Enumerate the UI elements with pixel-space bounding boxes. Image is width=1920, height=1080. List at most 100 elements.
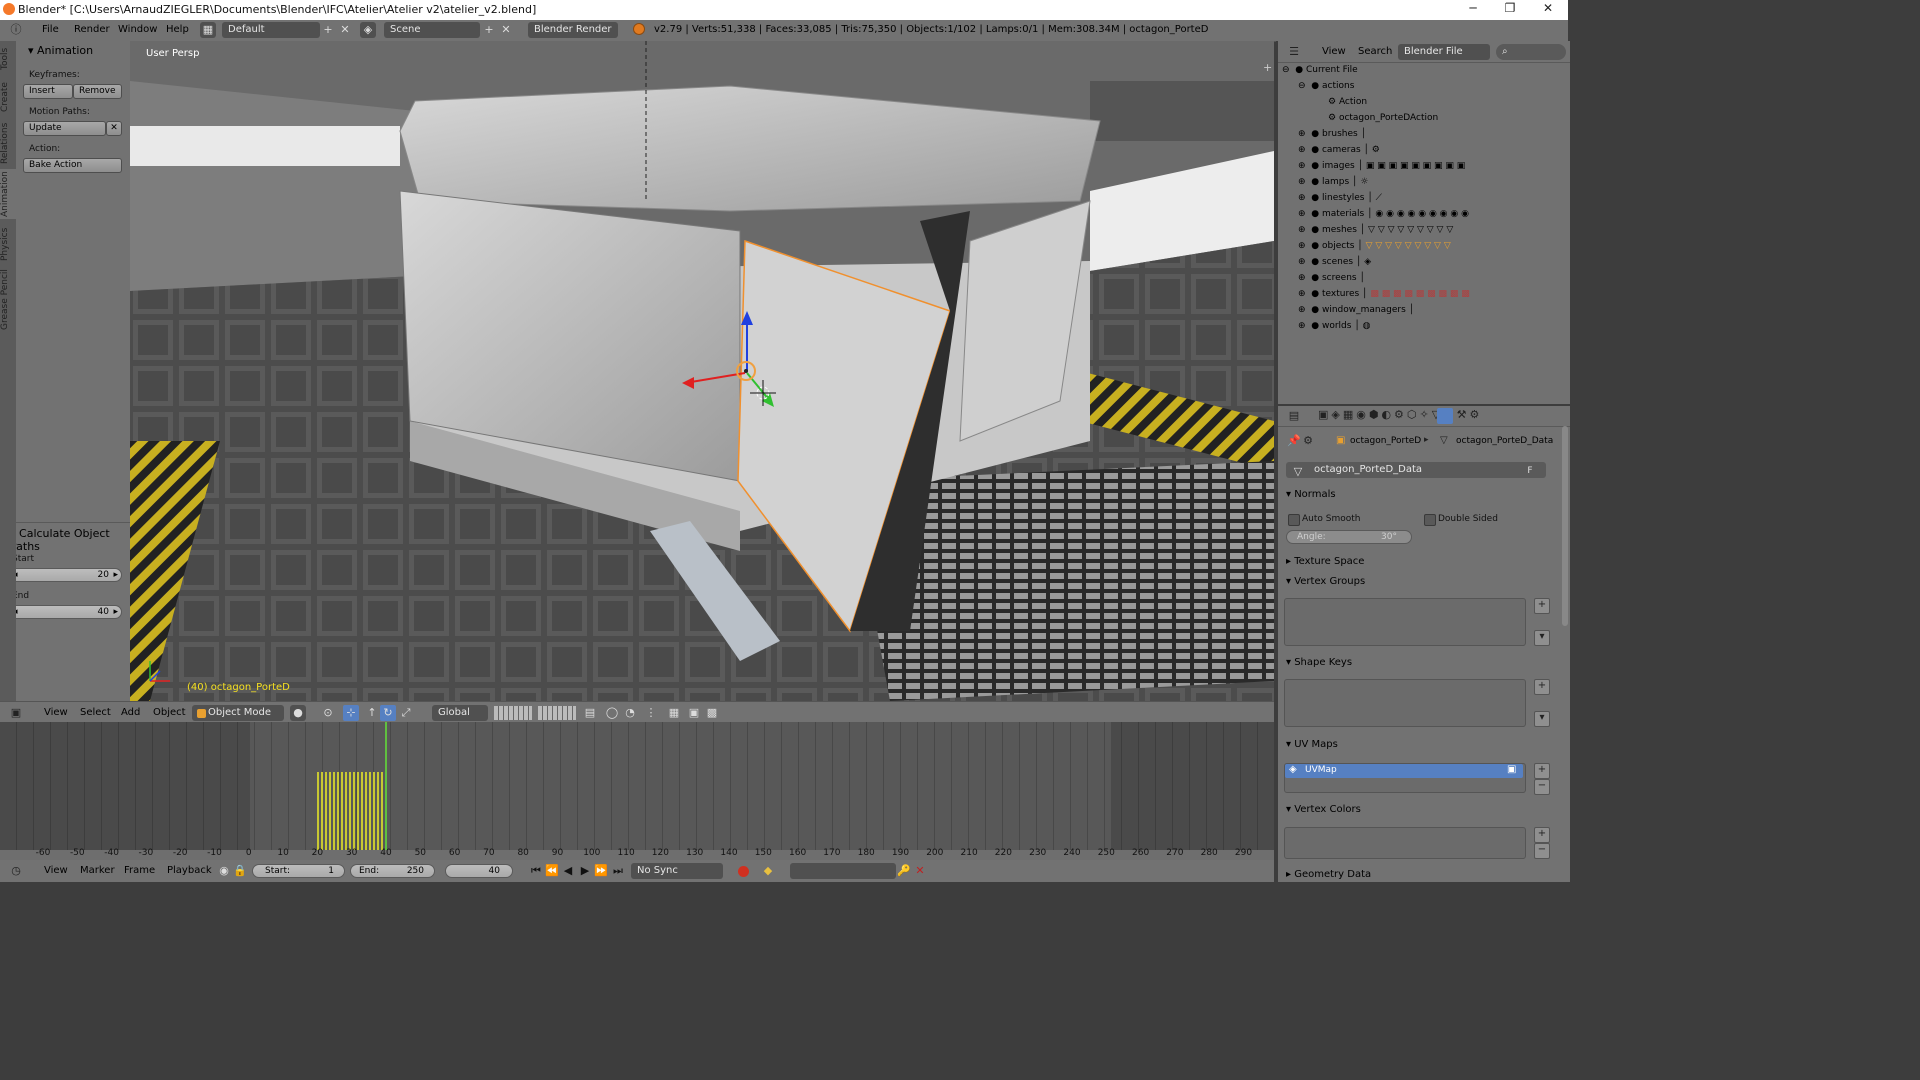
outliner-item-images[interactable]: ⊕ ● images │ ▣ ▣ ▣ ▣ ▣ ▣ ▣ ▣ ▣ bbox=[1298, 161, 1465, 177]
insert-keyframe-button[interactable]: Insert bbox=[23, 84, 73, 99]
fake-user-toggle[interactable]: F bbox=[1516, 464, 1544, 478]
remove-scene-icon[interactable]: ✕ bbox=[498, 22, 514, 38]
layout-icon[interactable]: ▦ bbox=[200, 22, 216, 38]
close-button[interactable]: ✕ bbox=[1530, 1, 1566, 19]
mesh-datablock-icon[interactable]: ▽ bbox=[1290, 464, 1306, 480]
menu-view[interactable]: View bbox=[44, 707, 68, 718]
orientation-select[interactable]: Global bbox=[432, 705, 488, 721]
lock-range-icon[interactable]: 🔒 bbox=[232, 863, 248, 879]
preview-range-icon[interactable]: ◉ bbox=[216, 863, 232, 879]
scale-icon[interactable]: ⤢ bbox=[398, 705, 414, 721]
calculate-object-paths-title[interactable]: ▾ Calculate Object Paths bbox=[10, 527, 130, 553]
opengl-render-icon[interactable]: ▦ bbox=[666, 705, 682, 721]
vertex-groups-panel-header[interactable]: ▾ Vertex Groups bbox=[1286, 576, 1365, 587]
uv-maps-panel-header[interactable]: ▾ UV Maps bbox=[1286, 739, 1338, 750]
double-sided-checkbox[interactable] bbox=[1424, 514, 1436, 526]
update-motion-paths-button[interactable]: Update bbox=[23, 121, 106, 136]
menu-outliner-search[interactable]: Search bbox=[1358, 46, 1392, 57]
shape-keys-panel-header[interactable]: ▾ Shape Keys bbox=[1286, 657, 1352, 668]
texture-space-panel-header[interactable]: ▸ Texture Space bbox=[1286, 556, 1364, 567]
menu-playback[interactable]: Playback bbox=[167, 865, 212, 876]
outliner-item-screens[interactable]: ⊕ ● screens │ bbox=[1298, 273, 1365, 289]
scene-icon[interactable]: ◈ bbox=[360, 22, 376, 38]
geometry-data-panel-header[interactable]: ▸ Geometry Data bbox=[1286, 869, 1371, 880]
menu-object[interactable]: Object bbox=[153, 707, 186, 718]
jump-start-icon[interactable]: ⏮ bbox=[528, 863, 544, 879]
jump-end-icon[interactable]: ⏭ bbox=[610, 863, 626, 879]
outliner-item-action[interactable]: ⚙ Action bbox=[1328, 97, 1367, 113]
rotate-icon[interactable]: ↻ bbox=[380, 705, 396, 721]
remove-uv-map-button[interactable]: − bbox=[1534, 779, 1550, 795]
shape-key-menu-button[interactable]: ▾ bbox=[1534, 711, 1550, 727]
jump-keyframe-forward-icon[interactable]: ⏩ bbox=[593, 863, 609, 879]
outliner-item-octagon-action[interactable]: ⚙ octagon_PorteDAction bbox=[1328, 113, 1438, 129]
remove-vertex-color-button[interactable]: − bbox=[1534, 843, 1550, 859]
vertex-group-menu-button[interactable]: ▾ bbox=[1534, 630, 1550, 646]
translate-icon[interactable]: ↑ bbox=[364, 705, 380, 721]
mesh-data-tab-icon[interactable] bbox=[1437, 408, 1453, 424]
normals-panel-header[interactable]: ▾ Normals bbox=[1286, 489, 1336, 500]
camera-render-icon[interactable]: ▣ bbox=[686, 705, 702, 721]
vertex-colors-panel-header[interactable]: ▾ Vertex Colors bbox=[1286, 804, 1361, 815]
menu-outliner-view[interactable]: View bbox=[1322, 46, 1346, 57]
scene-field[interactable]: Scene bbox=[384, 22, 480, 38]
viewport-shading-icon[interactable]: ● bbox=[290, 705, 306, 721]
auto-smooth-angle-field[interactable]: Angle: 30° bbox=[1286, 530, 1412, 544]
add-layout-icon[interactable]: + bbox=[320, 22, 336, 38]
delete-keyframe-icon[interactable]: ✕ bbox=[912, 863, 928, 879]
timeline-editor[interactable]: -60 -50 -40 -30 -20 -10 0 10 20 30 40 50 60 70 80 90 100… bbox=[0, 722, 1274, 860]
layout-field[interactable]: Default bbox=[222, 22, 320, 38]
outliner-item-materials[interactable]: ⊕ ● materials │ ◉ ◉ ◉ ◉ ◉ ◉ ◉ ◉ ◉ bbox=[1298, 209, 1469, 225]
insert-keyframe-icon[interactable]: 🔑 bbox=[896, 863, 912, 879]
context-icon[interactable]: ⚙ bbox=[1300, 433, 1316, 449]
properties-scrollbar[interactable] bbox=[1562, 426, 1568, 626]
outliner-item-lamps[interactable]: ⊕ ● lamps │ ☼ bbox=[1298, 177, 1368, 193]
pivot-point-icon[interactable]: ⊙ bbox=[320, 705, 336, 721]
auto-keying-icon[interactable] bbox=[738, 866, 749, 877]
keying-set-field[interactable] bbox=[790, 863, 896, 879]
tab-create[interactable]: Create bbox=[0, 79, 16, 115]
uv-map-row[interactable]: ◈ UVMap ▣ bbox=[1285, 764, 1523, 778]
uv-map-render-icon[interactable]: ▣ bbox=[1507, 764, 1516, 775]
outliner-item-window-managers[interactable]: ⊕ ● window_managers │ bbox=[1298, 305, 1414, 321]
menu-marker[interactable]: Marker bbox=[80, 865, 115, 876]
properties-region-toggle[interactable]: + bbox=[1263, 61, 1272, 74]
menu-frame[interactable]: Frame bbox=[124, 865, 155, 876]
properties-editor-type-icon[interactable]: ▤ bbox=[1286, 408, 1302, 424]
sync-mode-select[interactable]: No Sync bbox=[631, 863, 723, 879]
tab-animation[interactable]: Animation bbox=[0, 169, 16, 219]
render-engine-select[interactable]: Blender Render bbox=[528, 22, 618, 38]
tab-relations[interactable]: Relations bbox=[0, 121, 16, 165]
outliner-search-field[interactable]: ⌕ bbox=[1496, 44, 1566, 60]
current-frame-line[interactable] bbox=[385, 722, 387, 850]
editor-type-icon[interactable]: ▣ bbox=[8, 705, 24, 721]
bake-action-button[interactable]: Bake Action bbox=[23, 158, 122, 173]
vertex-groups-list[interactable] bbox=[1284, 598, 1526, 646]
minimize-button[interactable]: ─ bbox=[1455, 1, 1491, 19]
jump-keyframe-back-icon[interactable]: ⏪ bbox=[544, 863, 560, 879]
current-frame-field[interactable]: 40 bbox=[445, 864, 513, 878]
menu-select[interactable]: Select bbox=[80, 707, 111, 718]
outliner-item-linestyles[interactable]: ⊕ ● linestyles │ ⟋ bbox=[1298, 193, 1382, 209]
auto-smooth-checkbox[interactable] bbox=[1288, 514, 1300, 526]
snap-element-icon[interactable]: ⋮ bbox=[643, 705, 659, 721]
start-frame-field[interactable]: ◂20▸ bbox=[8, 568, 122, 582]
shape-keys-list[interactable] bbox=[1284, 679, 1526, 727]
add-shape-key-button[interactable]: + bbox=[1534, 679, 1550, 695]
animation-render-icon[interactable]: ▩ bbox=[704, 705, 720, 721]
tab-tools[interactable]: Tools bbox=[0, 45, 16, 73]
clear-motion-paths-button[interactable]: ✕ bbox=[106, 121, 122, 136]
outliner-item-brushes[interactable]: ⊕ ● brushes │ bbox=[1298, 129, 1366, 145]
outliner-item-textures[interactable]: ⊕ ● textures │ ▩ ▩ ▩ ▩ ▩ ▩ ▩ ▩ ▩ bbox=[1298, 289, 1470, 305]
proportional-edit-icon[interactable]: ◯ bbox=[604, 705, 620, 721]
outliner-item-scenes[interactable]: ⊕ ● scenes │ ◈ bbox=[1298, 257, 1371, 273]
menu-help[interactable]: Help bbox=[166, 24, 189, 35]
remove-layout-icon[interactable]: ✕ bbox=[337, 22, 353, 38]
outliner-editor-type-icon[interactable]: ☰ bbox=[1286, 44, 1302, 60]
manipulator-icon[interactable]: ⊹ bbox=[343, 705, 359, 721]
display-mode-select[interactable]: Blender File bbox=[1398, 44, 1490, 60]
properties-context-tabs[interactable]: ▣◈▦◉⬢◐⚙⬡✧▽▩⚒⚙ bbox=[1318, 408, 1482, 424]
keying-set-icon[interactable]: ◆ bbox=[760, 863, 776, 879]
add-vertex-group-button[interactable]: + bbox=[1534, 598, 1550, 614]
add-scene-icon[interactable]: + bbox=[481, 22, 497, 38]
